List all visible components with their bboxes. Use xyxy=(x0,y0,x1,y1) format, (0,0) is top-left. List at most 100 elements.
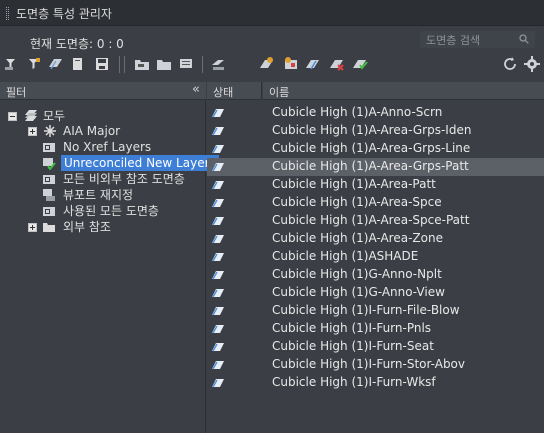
layer-status-icon xyxy=(212,307,224,316)
tree-item-all[interactable]: 모두 xyxy=(6,108,196,124)
all-layers-icon xyxy=(25,110,37,121)
layer-row[interactable]: Cubicle High (1)A-Area-Patt xyxy=(207,176,544,194)
layer-status-icon xyxy=(212,163,224,172)
layer-name: Cubicle High (1)A-Area-Grps-Line xyxy=(272,141,471,155)
new-layer-vp-frozen-icon[interactable] xyxy=(259,56,275,72)
layer-search-input[interactable]: 도면층 검색 xyxy=(420,31,535,48)
layer-row[interactable]: Cubicle High (1)I-Furn-File-Blow xyxy=(207,302,544,320)
layer-status-icon xyxy=(212,181,224,190)
layer-status-icon xyxy=(212,199,224,208)
layer-row[interactable]: Cubicle High (1)ASHADE xyxy=(207,248,544,266)
filter-pane-header: 필터 « xyxy=(0,82,206,100)
layer-name: Cubicle High (1)I-Furn-Wksf xyxy=(272,375,436,389)
layer-status-icon xyxy=(212,289,224,298)
folder-icon[interactable] xyxy=(156,56,172,72)
settings-gear-icon[interactable] xyxy=(524,56,540,72)
layer-name: Cubicle High (1)A-Area-Grps-Iden xyxy=(272,123,472,137)
tree-item-all-used-layers[interactable]: 사용된 모든 도면층 xyxy=(26,203,196,219)
layer-row[interactable]: Cubicle High (1)A-Area-Spce xyxy=(207,194,544,212)
filter-header-label: 필터 xyxy=(6,86,27,99)
collapse-toggle-icon[interactable] xyxy=(8,112,17,121)
layer-name: Cubicle High (1)I-Furn-Seat xyxy=(272,339,434,353)
layer-settings-icon[interactable] xyxy=(210,56,226,72)
tree-item-viewport-override[interactable]: 뷰포트 재지정 xyxy=(26,187,196,203)
new-layer-icon[interactable] xyxy=(70,56,86,72)
drag-grip-icon[interactable] xyxy=(6,7,9,20)
search-placeholder: 도면층 검색 xyxy=(426,34,481,47)
tree-item-unreconciled-new-layers[interactable]: Unreconciled New Layers xyxy=(26,155,219,171)
viewport-override-icon xyxy=(43,189,55,201)
layer-row[interactable]: Cubicle High (1)I-Furn-Stor-Abov xyxy=(207,356,544,374)
toolbar xyxy=(0,54,544,76)
column-header-name[interactable]: 이름 xyxy=(263,82,544,100)
title-bar: 도면층 특성 관리자 xyxy=(0,0,544,26)
delete-layer-icon[interactable] xyxy=(329,56,345,72)
unreconciled-filter-icon xyxy=(43,158,56,170)
new-group-folder-icon[interactable] xyxy=(134,56,150,72)
set-current-icon[interactable] xyxy=(352,56,368,72)
search-icon xyxy=(519,34,529,44)
layer-row[interactable]: Cubicle High (1)A-Area-Grps-Iden xyxy=(207,122,544,140)
new-group-filter-icon[interactable] xyxy=(26,56,42,72)
layer-status-icon xyxy=(212,271,224,280)
tree-item-no-xref-layers[interactable]: No Xref Layers xyxy=(26,139,196,155)
filter-tree-pane: 필터 « 모두 AIA Major No Xref Layers Unrecon… xyxy=(0,82,219,433)
current-layer-label: 현재 도면층: 0 : 0 xyxy=(30,37,124,51)
new-property-filter-icon[interactable] xyxy=(4,56,20,72)
layer-row[interactable]: Cubicle High (1)A-Anno-Scrn xyxy=(207,104,544,122)
collapse-pane-icon[interactable]: « xyxy=(192,82,200,97)
layer-status-icon xyxy=(212,361,224,370)
group-filter-icon xyxy=(43,207,55,216)
refresh-icon[interactable] xyxy=(502,56,518,72)
layer-row[interactable]: Cubicle High (1)G-Anno-Nplt xyxy=(207,266,544,284)
tree-item-label: No Xref Layers xyxy=(63,140,152,154)
property-filter-icon xyxy=(44,125,56,137)
column-header-label: 상태 xyxy=(213,86,234,99)
layer-row[interactable]: Cubicle High (1)A-Area-Grps-Line xyxy=(207,140,544,158)
layer-name: Cubicle High (1)ASHADE xyxy=(272,249,419,263)
save-icon[interactable] xyxy=(94,56,110,72)
layer-list-icon[interactable] xyxy=(178,56,194,72)
layer-name: Cubicle High (1)A-Area-Spce xyxy=(272,195,442,209)
layer-status-icon xyxy=(212,343,224,352)
tree-item-label: 사용된 모든 도면층 xyxy=(63,204,159,218)
layer-name: Cubicle High (1)G-Anno-Nplt xyxy=(272,267,442,281)
layer-row[interactable]: Cubicle High (1)A-Area-Spce-Patt xyxy=(207,212,544,230)
tree-item-aia-major[interactable]: AIA Major xyxy=(26,123,196,139)
layer-name: Cubicle High (1)A-Area-Patt xyxy=(272,177,436,191)
layer-row[interactable]: Cubicle High (1)I-Furn-Wksf xyxy=(207,374,544,392)
layer-name: Cubicle High (1)A-Area-Grps-Patt xyxy=(272,159,469,173)
layer-name: Cubicle High (1)A-Anno-Scrn xyxy=(272,105,443,119)
window-title: 도면층 특성 관리자 xyxy=(16,7,112,21)
toolbar-separator xyxy=(124,56,125,73)
new-layer-in-all-viewports-icon[interactable] xyxy=(283,56,299,72)
layer-status-icon xyxy=(212,127,224,136)
layer-status-icon xyxy=(212,217,224,226)
tree-item-xref[interactable]: 외부 참조 xyxy=(26,219,196,235)
column-header-label: 이름 xyxy=(269,86,290,99)
toolbar-separator xyxy=(202,56,203,73)
layer-name: Cubicle High (1)I-Furn-File-Blow xyxy=(272,303,460,317)
tree-item-all-non-xref-layers[interactable]: 모든 비외부 참조 도면층 xyxy=(26,171,206,187)
column-header-status[interactable]: 상태 xyxy=(207,82,262,100)
layer-row[interactable]: Cubicle High (1)A-Area-Grps-Patt xyxy=(207,158,544,176)
expand-toggle-icon[interactable] xyxy=(28,127,37,136)
layer-status-icon xyxy=(212,235,224,244)
layer-walk-icon[interactable] xyxy=(305,56,321,72)
layer-status-icon xyxy=(212,379,224,388)
layer-name: Cubicle High (1)I-Furn-Pnls xyxy=(272,321,432,335)
group-filter-icon xyxy=(43,143,55,152)
layer-name: Cubicle High (1)I-Furn-Stor-Abov xyxy=(272,357,466,371)
expand-toggle-icon[interactable] xyxy=(28,223,37,232)
layer-states-icon[interactable] xyxy=(48,56,64,72)
layer-row[interactable]: Cubicle High (1)A-Area-Zone xyxy=(207,230,544,248)
tree-item-label: 뷰포트 재지정 xyxy=(63,188,134,202)
layer-name: Cubicle High (1)A-Area-Zone xyxy=(272,231,443,245)
toolbar-separator xyxy=(119,56,120,73)
tree-item-label: 모두 xyxy=(43,109,66,123)
layer-status-icon xyxy=(212,325,224,334)
layer-row[interactable]: Cubicle High (1)G-Anno-View xyxy=(207,284,544,302)
layer-row[interactable]: Cubicle High (1)I-Furn-Pnls xyxy=(207,320,544,338)
xref-folder-icon xyxy=(43,223,55,232)
layer-row[interactable]: Cubicle High (1)I-Furn-Seat xyxy=(207,338,544,356)
